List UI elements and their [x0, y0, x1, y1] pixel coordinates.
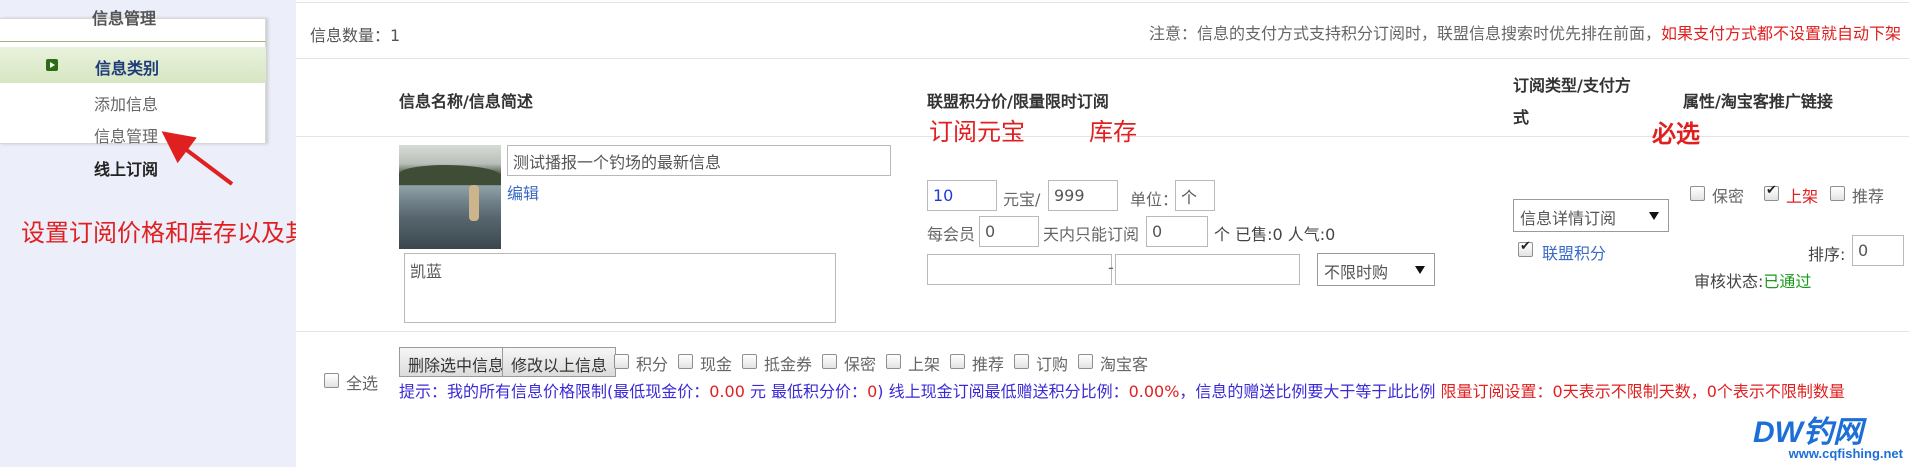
- tip-part-a: 提示：我的所有信息价格限制(最低现金价：: [399, 382, 710, 401]
- attr-shelf-checkbox[interactable]: [1764, 183, 1779, 201]
- modify-button[interactable]: 修改以上信息: [502, 347, 617, 377]
- date-dash: -: [1108, 258, 1114, 277]
- chevron-down-icon: [1649, 212, 1659, 220]
- watermark-logo: DW钓网: [1753, 416, 1863, 449]
- subscribe-type-select[interactable]: 信息详情订阅: [1513, 199, 1669, 232]
- filter-voucher-label: 抵金券: [764, 355, 813, 374]
- divider-row-bottom: [296, 331, 1909, 332]
- info-thumbnail: [399, 145, 501, 249]
- column-header-price: 联盟积分价/限量限时订阅: [927, 92, 1109, 111]
- tip-min-points: 0: [867, 382, 878, 401]
- filter-cash-checkbox[interactable]: [678, 354, 693, 369]
- info-desc-input[interactable]: 凯蓝: [404, 253, 836, 323]
- audit-value: 已通过: [1763, 272, 1812, 291]
- stock-input[interactable]: [1048, 180, 1118, 211]
- filter-shelf-label: 上架: [908, 355, 941, 374]
- sort-label: 排序:: [1808, 245, 1846, 264]
- attr-secret-label: 保密: [1712, 187, 1745, 206]
- info-count: 信息数量：1: [310, 22, 400, 46]
- unit-label: 单位：: [1130, 190, 1179, 209]
- attr-recommend-label: 推荐: [1852, 187, 1885, 206]
- select-all-checkbox[interactable]: [324, 373, 339, 388]
- notice-text: 注意：信息的支付方式支持积分订阅时，联盟信息搜索时优先排在前面，如果支付方式都不…: [1149, 20, 1901, 44]
- filter-shelf-checkbox[interactable]: [886, 354, 901, 369]
- attr-recommend-checkbox[interactable]: [1830, 186, 1845, 201]
- annotation-price: 订阅元宝: [929, 118, 1025, 146]
- price-unit-label: 元宝/: [1003, 190, 1041, 209]
- notice-gray: 注意：信息的支付方式支持积分订阅时，联盟信息搜索时优先排在前面，: [1148, 24, 1661, 43]
- delete-selected-button[interactable]: 删除选中信息: [399, 347, 514, 377]
- time-limit-select[interactable]: 不限时购: [1317, 253, 1435, 286]
- filter-order-label: 订购: [1036, 355, 1069, 374]
- date-start-input[interactable]: [927, 254, 1112, 285]
- tip-ratio: 0.00%: [1128, 382, 1180, 401]
- days-input[interactable]: [1146, 216, 1208, 247]
- price-limit-tip: 提示：我的所有信息价格限制(最低现金价：0.00 元 最低积分价：0) 线上现金…: [399, 380, 1899, 404]
- filter-cash-label: 现金: [700, 355, 733, 374]
- sort-input[interactable]: [1852, 235, 1904, 266]
- subscribe-type-value: 信息详情订阅: [1520, 209, 1617, 228]
- audit-status: 审核状态:已通过: [1694, 268, 1811, 292]
- tip-limit-settings: 限量订阅设置：0天表示不限制天数，0个表示不限制数量: [1440, 382, 1845, 401]
- column-header-attr: 属性/淘宝客推广链接: [1683, 92, 1833, 111]
- watermark-url: www.cqfishing.net: [1788, 446, 1903, 461]
- column-header-name: 信息名称/信息简述: [399, 92, 533, 111]
- attr-secret-checkbox[interactable]: [1690, 186, 1705, 201]
- filter-recommend-label: 推荐: [972, 355, 1005, 374]
- chevron-down-icon: [1415, 266, 1425, 274]
- per-member-input[interactable]: [979, 216, 1039, 247]
- audit-label: 审核状态:: [1694, 272, 1764, 291]
- tip-min-cash: 0.00: [709, 382, 745, 401]
- filter-secret-checkbox[interactable]: [822, 354, 837, 369]
- filter-secret-label: 保密: [844, 355, 877, 374]
- filter-recommend-checkbox[interactable]: [950, 354, 965, 369]
- site-watermark: DW钓网 www.cqfishing.net: [1753, 407, 1903, 463]
- info-count-label: 信息数量：: [310, 26, 391, 45]
- main-panel: 信息数量：1 注意：信息的支付方式支持积分订阅时，联盟信息搜索时优先排在前面，如…: [296, 0, 1909, 467]
- filter-taobao-label: 淘宝客: [1100, 355, 1149, 374]
- arrow-to-info-manage: [161, 131, 234, 186]
- tip-part-c: ) 线上现金订阅最低赠送积分比例：: [877, 382, 1129, 401]
- unit-input[interactable]: [1175, 180, 1215, 211]
- per-member-label: 每会员: [927, 225, 976, 244]
- alliance-points-label: 联盟积分: [1542, 244, 1607, 263]
- annotation-required: 必选: [1652, 120, 1700, 148]
- notice-red: 如果支付方式都不设置就自动下架: [1660, 24, 1901, 43]
- sold-popularity: 个 已售:0 人气:0: [1214, 225, 1336, 244]
- divider-header: [296, 58, 1909, 59]
- edit-link[interactable]: 编辑: [507, 180, 539, 204]
- info-title-input[interactable]: [507, 145, 891, 176]
- filter-taobao-checkbox[interactable]: [1078, 354, 1093, 369]
- divider-top: [296, 2, 1909, 3]
- select-all-label: 全选: [346, 374, 379, 393]
- tip-part-b: 元 最低积分价：: [744, 382, 868, 401]
- filter-points-label: 积分: [636, 355, 669, 374]
- annotation-stock: 库存: [1089, 118, 1137, 146]
- filter-order-checkbox[interactable]: [1014, 354, 1029, 369]
- filter-voucher-checkbox[interactable]: [742, 354, 757, 369]
- price-input[interactable]: [927, 180, 997, 211]
- info-count-value: 1: [390, 26, 401, 45]
- days-label: 天内只能订阅: [1043, 225, 1140, 244]
- date-end-input[interactable]: [1115, 254, 1300, 285]
- column-header-type-1: 订阅类型/支付方: [1513, 76, 1631, 95]
- attr-shelf-label: 上架: [1786, 187, 1819, 206]
- alliance-points-checkbox[interactable]: [1518, 239, 1533, 257]
- filter-points-checkbox[interactable]: [614, 354, 629, 369]
- column-header-type-2: 式: [1513, 108, 1530, 127]
- time-limit-value: 不限时购: [1324, 263, 1389, 282]
- tip-part-d: ，信息的赠送比例要大于等于此比例: [1179, 382, 1441, 401]
